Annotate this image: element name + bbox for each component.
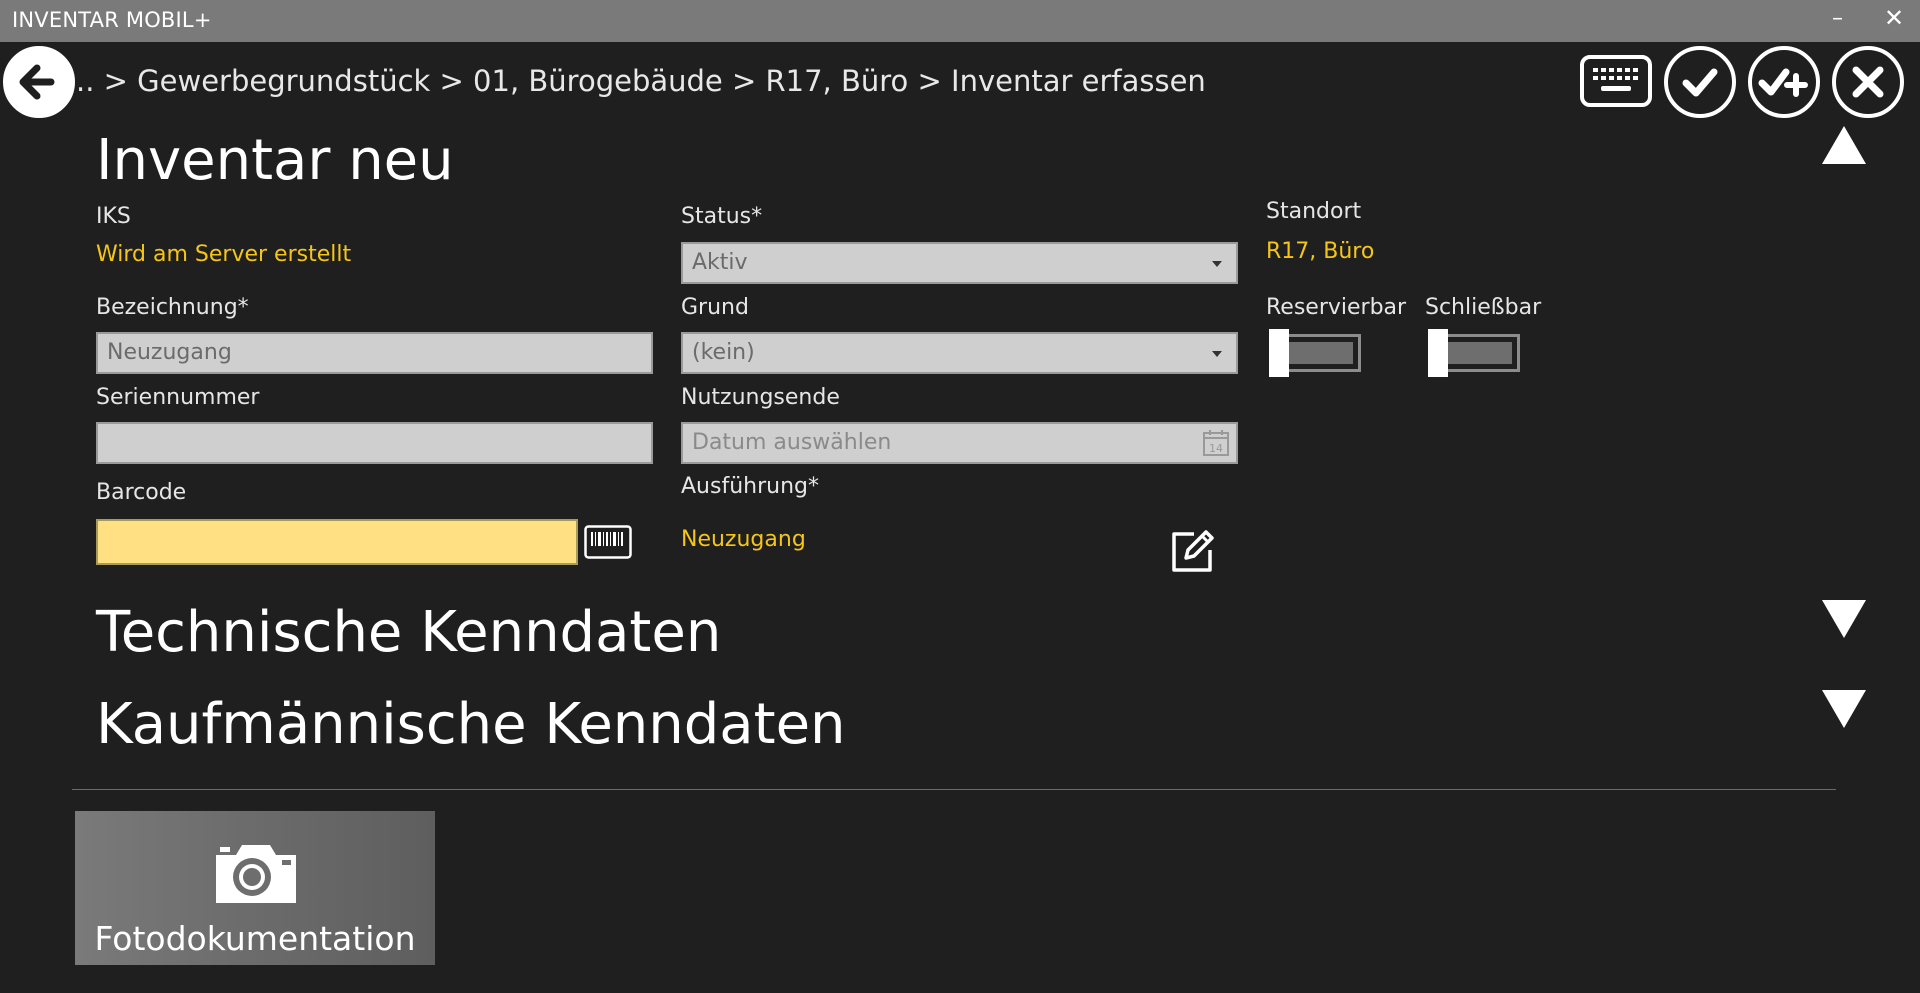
- section-title-technisch[interactable]: Technische Kenndaten: [96, 600, 721, 665]
- keyboard-icon: [1593, 68, 1638, 91]
- section-title-kaufmaennisch[interactable]: Kaufmännische Kenndaten: [96, 692, 846, 757]
- schliessbar-label: Schließbar: [1425, 295, 1542, 320]
- expand-triangle-icon[interactable]: [1822, 600, 1866, 638]
- camera-icon: [216, 845, 296, 903]
- expand-triangle-icon[interactable]: [1822, 690, 1866, 728]
- calendar-icon[interactable]: 14: [1202, 429, 1230, 457]
- save-and-new-button[interactable]: [1748, 46, 1820, 118]
- close-icon: [1852, 66, 1884, 98]
- status-label: Status*: [681, 204, 763, 229]
- dropdown-arrow-icon: [1212, 351, 1222, 357]
- barcode-label: Barcode: [96, 480, 187, 505]
- bezeichnung-input[interactable]: Neuzugang: [96, 332, 653, 374]
- iks-label: IKS: [96, 204, 131, 229]
- checkmark-plus-icon: [1758, 68, 1808, 97]
- app-title: INVENTAR MOBIL+: [12, 8, 212, 32]
- fotodokumentation-tile[interactable]: Fotodokumentation: [75, 811, 435, 965]
- fotodokumentation-label: Fotodokumentation: [94, 919, 416, 958]
- barcode-icon: [584, 525, 632, 559]
- standort-value: R17, Büro: [1266, 239, 1375, 264]
- cancel-button[interactable]: [1832, 46, 1904, 118]
- edit-icon: [1172, 530, 1214, 572]
- reservierbar-label: Reservierbar: [1266, 295, 1407, 320]
- grund-dropdown[interactable]: (kein): [681, 332, 1238, 374]
- reservierbar-toggle[interactable]: [1269, 329, 1361, 377]
- grund-label: Grund: [681, 295, 749, 320]
- checkmark-icon: [1682, 68, 1718, 97]
- iks-value: Wird am Server erstellt: [96, 242, 352, 267]
- standort-label: Standort: [1266, 199, 1362, 224]
- nutzungsende-label: Nutzungsende: [681, 385, 840, 410]
- edit-ausfuehrung-button[interactable]: [1168, 526, 1218, 576]
- back-arrow-icon: [19, 64, 55, 100]
- keyboard-button[interactable]: [1580, 55, 1652, 107]
- calendar-day: 14: [1209, 442, 1223, 455]
- toggle-knob: [1428, 329, 1448, 377]
- status-dropdown[interactable]: Aktiv: [681, 242, 1238, 284]
- dropdown-arrow-icon: [1212, 261, 1222, 267]
- toggle-knob: [1269, 329, 1289, 377]
- grund-selected-value: (kein): [692, 340, 755, 365]
- breadcrumb: .. > Gewerbegrundstück > 01, Bürogebäude…: [76, 64, 1206, 98]
- title-bar: [0, 0, 1920, 42]
- bezeichnung-label: Bezeichnung*: [96, 295, 249, 320]
- save-button[interactable]: [1664, 46, 1736, 118]
- date-placeholder: Datum auswählen: [692, 430, 892, 455]
- back-button[interactable]: [3, 46, 75, 118]
- nutzungsende-date-picker[interactable]: Datum auswählen 14: [681, 422, 1238, 464]
- window-close-button[interactable]: ✕: [1884, 4, 1904, 32]
- schliessbar-toggle[interactable]: [1428, 329, 1520, 377]
- ausfuehrung-value: Neuzugang: [681, 527, 806, 552]
- ausfuehrung-label: Ausführung*: [681, 474, 819, 499]
- seriennummer-input[interactable]: [96, 422, 653, 464]
- divider: [72, 789, 1836, 790]
- status-selected-value: Aktiv: [692, 250, 748, 275]
- seriennummer-label: Seriennummer: [96, 385, 260, 410]
- barcode-scan-button[interactable]: [584, 525, 632, 559]
- minimize-button[interactable]: –: [1832, 6, 1843, 31]
- section-title-inventar[interactable]: Inventar neu: [96, 128, 454, 193]
- barcode-input[interactable]: [96, 519, 578, 565]
- collapse-triangle-icon[interactable]: [1822, 126, 1866, 164]
